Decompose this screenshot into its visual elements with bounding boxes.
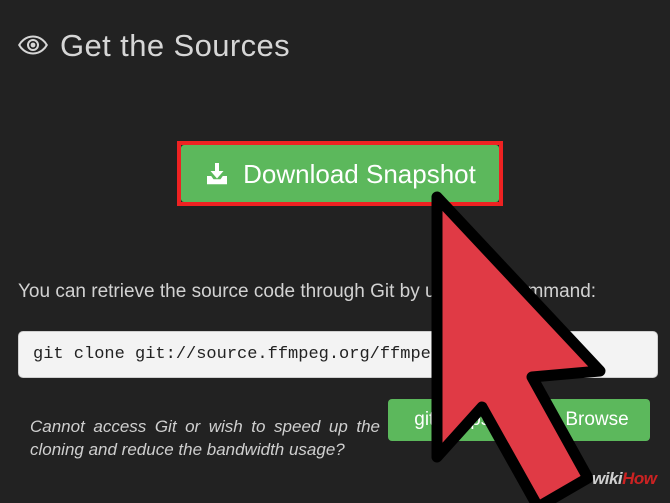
page-title: Get the Sources	[60, 27, 291, 63]
wikihow-watermark: wikiHow	[592, 470, 657, 487]
git-clone-command-input[interactable]	[18, 331, 658, 378]
snapshot-action-row: git snapshot Browse	[388, 399, 650, 441]
snapshot-note-text: Cannot access Git or wish to speed up th…	[30, 417, 380, 459]
snapshot-note: Cannot access Git or wish to speed up th…	[30, 415, 380, 461]
download-snapshot-button[interactable]: Download Snapshot	[181, 145, 499, 202]
eye-icon	[18, 33, 48, 57]
git-snapshot-button[interactable]: git snapshot	[388, 399, 543, 441]
page-root: Get the Sources Download Snapshot You ca…	[0, 0, 670, 503]
description-text: You can retrieve the source code through…	[18, 281, 597, 302]
description-paragraph: You can retrieve the source code through…	[18, 277, 656, 307]
page-header: Get the Sources	[18, 22, 290, 68]
browse-button[interactable]: Browse	[543, 399, 650, 441]
download-icon	[204, 161, 230, 187]
download-button-label: Download Snapshot	[243, 158, 476, 189]
watermark-wiki: wiki	[592, 469, 623, 488]
watermark-how: How	[622, 469, 657, 488]
